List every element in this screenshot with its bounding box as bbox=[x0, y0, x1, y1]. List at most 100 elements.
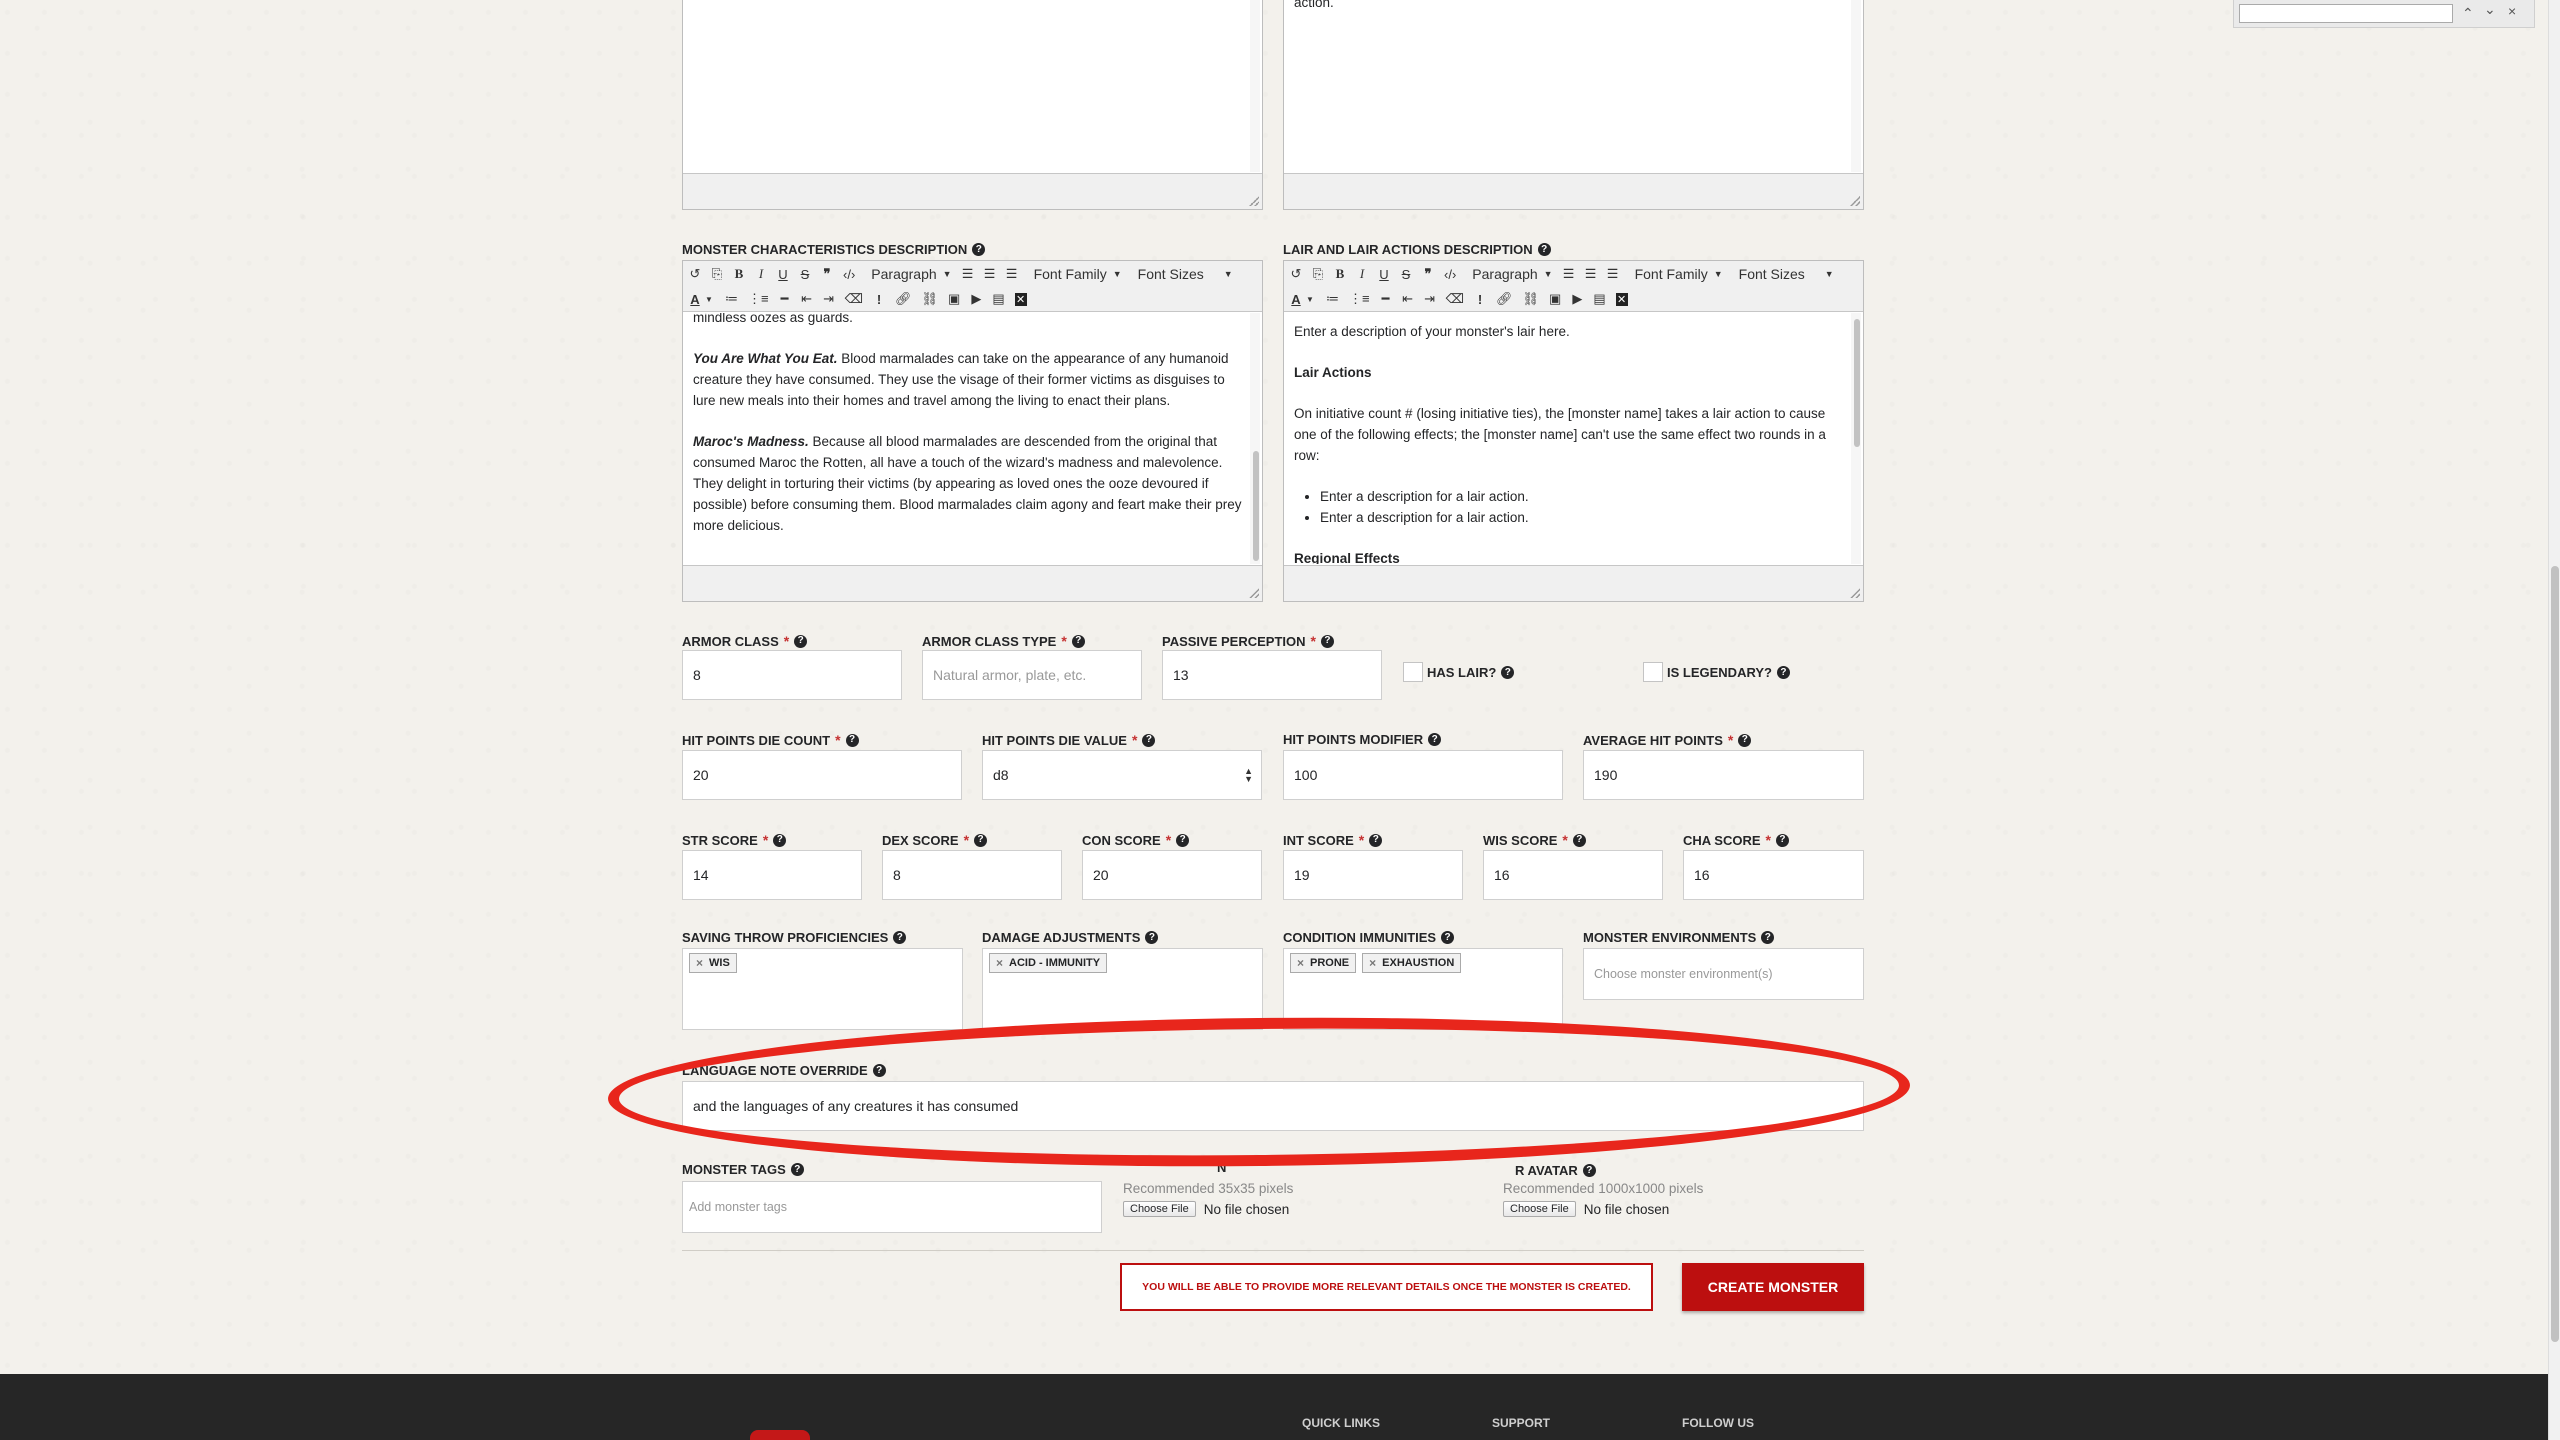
resize-handle[interactable] bbox=[1850, 588, 1860, 598]
page-scrollbar-thumb[interactable] bbox=[2551, 566, 2559, 1342]
choose-file-button[interactable]: Choose File bbox=[1123, 1201, 1196, 1217]
help-icon[interactable]: ? bbox=[893, 931, 907, 944]
con-input[interactable]: 20 bbox=[1082, 850, 1262, 900]
scrollbar-thumb[interactable] bbox=[1854, 319, 1860, 447]
numbered-list-icon[interactable]: ⋮≡ bbox=[1349, 291, 1370, 307]
numbered-list-icon[interactable]: ⋮≡ bbox=[748, 291, 769, 307]
scrollbar-thumb[interactable] bbox=[1253, 451, 1259, 561]
saving-throws-select[interactable]: × WIS bbox=[682, 948, 963, 1030]
exclamation-icon[interactable]: ! bbox=[1474, 292, 1486, 307]
strikethrough-icon[interactable]: S bbox=[1400, 267, 1412, 282]
lair-content[interactable]: Enter a description of your monster's la… bbox=[1292, 321, 1847, 564]
tag-chip[interactable]: × EXHAUSTION bbox=[1362, 953, 1462, 973]
bullet-list-icon[interactable]: ≔ bbox=[725, 291, 738, 307]
passive-perception-input[interactable]: 13 bbox=[1162, 650, 1382, 700]
horizontal-rule-icon[interactable]: ━ bbox=[779, 291, 791, 307]
text-color-icon[interactable]: A bbox=[1290, 292, 1302, 307]
blockquote-icon[interactable]: ❞ bbox=[1422, 266, 1434, 282]
align-center-icon[interactable]: ☰ bbox=[984, 266, 996, 282]
strikethrough-icon[interactable]: S bbox=[799, 267, 811, 282]
paragraph-dropdown[interactable]: Paragraph ▼ bbox=[871, 266, 951, 282]
document-icon[interactable]: ▤ bbox=[1593, 291, 1605, 307]
align-right-icon[interactable]: ☰ bbox=[1607, 266, 1619, 282]
indent-icon[interactable]: ⇥ bbox=[1424, 291, 1436, 307]
blockquote-icon[interactable]: ❞ bbox=[821, 266, 833, 282]
page-scrollbar[interactable] bbox=[2548, 0, 2560, 1440]
tag-chip[interactable]: × PRONE bbox=[1290, 953, 1357, 973]
help-icon[interactable]: ? bbox=[1761, 931, 1775, 944]
tag-chip[interactable]: × WIS bbox=[689, 953, 737, 973]
help-icon[interactable]: ? bbox=[1501, 666, 1515, 679]
font-family-dropdown[interactable]: Font Family ▼ bbox=[1034, 266, 1122, 282]
help-icon[interactable]: ? bbox=[1142, 733, 1156, 747]
help-icon[interactable]: ? bbox=[974, 833, 988, 847]
help-icon[interactable]: ? bbox=[794, 634, 808, 648]
exclamation-icon[interactable]: ! bbox=[873, 292, 885, 307]
remove-tag-icon[interactable]: × bbox=[696, 956, 703, 970]
horizontal-rule-icon[interactable]: ━ bbox=[1380, 291, 1392, 307]
underline-icon[interactable]: U bbox=[777, 267, 789, 282]
clear-format-icon[interactable]: ⌫ bbox=[1446, 291, 1464, 307]
scrollbar[interactable] bbox=[1250, 0, 1260, 172]
monster-tags-input[interactable]: Add monster tags bbox=[682, 1181, 1102, 1233]
find-input[interactable] bbox=[2239, 4, 2453, 23]
help-icon[interactable]: ? bbox=[1176, 833, 1190, 847]
footer-logo[interactable] bbox=[750, 1430, 810, 1440]
characteristics-editor[interactable]: ↺ ⎘ B I U S ❞ ‹/› Paragraph ▼ ☰ ☰ ☰ Font … bbox=[682, 260, 1263, 602]
find-prev-icon[interactable]: ⌃ bbox=[2462, 5, 2474, 22]
hp-modifier-input[interactable]: 100 bbox=[1283, 750, 1563, 800]
align-left-icon[interactable]: ☰ bbox=[962, 266, 974, 282]
help-icon[interactable]: ? bbox=[972, 243, 986, 256]
paste-icon[interactable]: ⎘ bbox=[711, 266, 723, 282]
tag-chip[interactable]: × ACID - IMMUNITY bbox=[989, 953, 1108, 973]
font-family-dropdown[interactable]: Font Family ▼ bbox=[1635, 266, 1723, 282]
underline-icon[interactable]: U bbox=[1378, 267, 1390, 282]
int-input[interactable]: 19 bbox=[1283, 850, 1463, 900]
choose-file-button[interactable]: Choose File bbox=[1503, 1201, 1576, 1217]
scrollbar[interactable] bbox=[1851, 0, 1861, 172]
characteristics-content[interactable]: mindless oozes as guards. You Are What Y… bbox=[691, 313, 1246, 564]
help-icon[interactable]: ? bbox=[1738, 733, 1752, 747]
text-color-icon[interactable]: A bbox=[689, 292, 701, 307]
document-icon[interactable]: ▤ bbox=[992, 291, 1004, 307]
align-right-icon[interactable]: ☰ bbox=[1006, 266, 1018, 282]
code-icon[interactable]: ‹/› bbox=[1444, 267, 1456, 282]
bold-icon[interactable]: B bbox=[733, 266, 745, 282]
source-icon[interactable]: ✕ bbox=[1615, 292, 1628, 306]
footer-quick-links[interactable]: QUICK LINKS bbox=[1302, 1416, 1380, 1430]
help-icon[interactable]: ? bbox=[1776, 666, 1790, 679]
find-next-icon[interactable]: ⌄ bbox=[2484, 1, 2496, 18]
code-icon[interactable]: ‹/› bbox=[843, 267, 855, 282]
is-legendary-checkbox[interactable] bbox=[1643, 662, 1663, 682]
dex-input[interactable]: 8 bbox=[882, 850, 1062, 900]
unlink-icon[interactable]: ⛓︎ bbox=[922, 291, 939, 307]
caret-down-icon[interactable]: ▼ bbox=[1304, 295, 1316, 304]
align-center-icon[interactable]: ☰ bbox=[1585, 266, 1597, 282]
indent-icon[interactable]: ⇥ bbox=[823, 291, 835, 307]
top-left-editor[interactable] bbox=[682, 0, 1263, 210]
source-icon[interactable]: ✕ bbox=[1014, 292, 1027, 306]
top-right-editor[interactable]: action. bbox=[1283, 0, 1864, 210]
font-sizes-dropdown[interactable]: Font Sizes ▼ bbox=[1739, 266, 1834, 282]
help-icon[interactable]: ? bbox=[1071, 634, 1085, 648]
environments-select[interactable]: Choose monster environment(s) bbox=[1583, 948, 1864, 1000]
help-icon[interactable]: ? bbox=[790, 1163, 804, 1176]
armor-class-input[interactable]: 8 bbox=[682, 650, 902, 700]
resize-handle[interactable] bbox=[1249, 588, 1259, 598]
image-icon[interactable]: ▣ bbox=[948, 291, 960, 307]
help-icon[interactable]: ? bbox=[773, 833, 787, 847]
help-icon[interactable]: ? bbox=[1537, 243, 1551, 256]
bold-icon[interactable]: B bbox=[1334, 266, 1346, 282]
footer-support[interactable]: SUPPORT bbox=[1492, 1416, 1550, 1430]
find-close-icon[interactable]: × bbox=[2508, 3, 2516, 19]
font-sizes-dropdown[interactable]: Font Sizes ▼ bbox=[1138, 266, 1233, 282]
undo-icon[interactable]: ↺ bbox=[689, 266, 701, 282]
video-icon[interactable]: ▶ bbox=[970, 291, 982, 307]
remove-tag-icon[interactable]: × bbox=[1297, 956, 1304, 970]
paste-icon[interactable]: ⎘ bbox=[1312, 266, 1324, 282]
help-icon[interactable]: ? bbox=[1369, 833, 1383, 847]
help-icon[interactable]: ? bbox=[1145, 931, 1159, 944]
resize-handle[interactable] bbox=[1850, 196, 1860, 206]
remove-tag-icon[interactable]: × bbox=[1369, 956, 1376, 970]
undo-icon[interactable]: ↺ bbox=[1290, 266, 1302, 282]
